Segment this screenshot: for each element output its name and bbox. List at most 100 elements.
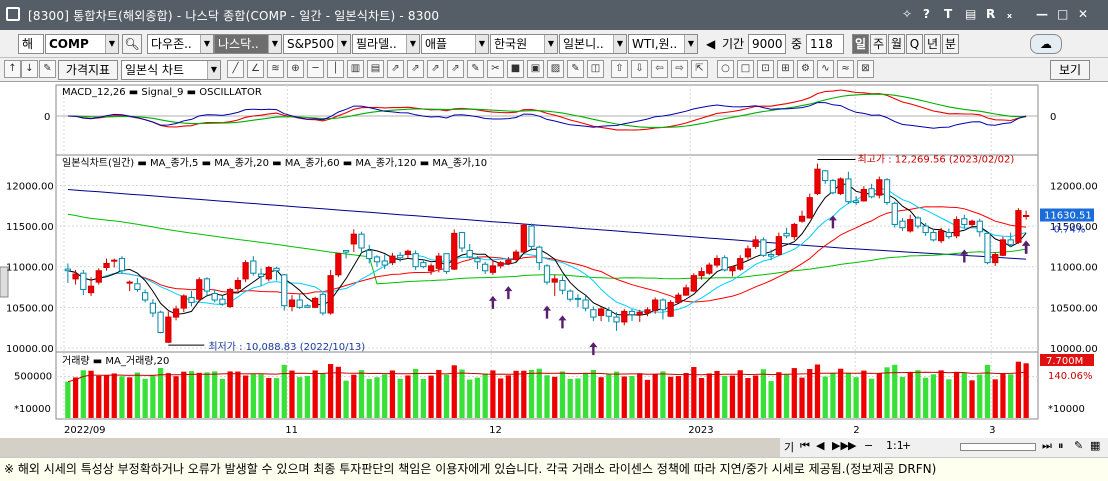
nav-end-control-0[interactable]: ⏭ — [1042, 439, 1052, 453]
price-indicator-button[interactable]: 가격지표 — [58, 60, 118, 80]
drawing-tool-icon-2[interactable]: ≋ — [267, 60, 284, 78]
lock-icon[interactable]: ▤ — [965, 7, 976, 21]
chart-canvas[interactable]: 12000.00 12000.0011500.00 11500.0011000.00… — [0, 82, 1108, 438]
zoom-slider[interactable] — [960, 443, 1036, 451]
drawing-tool-icon-17[interactable]: ✎ — [567, 60, 584, 78]
drawing-tool-icon-10[interactable]: ⇗ — [427, 60, 444, 78]
down-arrow-icon[interactable]: ↓ — [21, 60, 38, 78]
drawing-tool-icon-21[interactable]: ⇦ — [651, 60, 668, 78]
drawing-tool-icon-31[interactable]: ⊠ — [857, 60, 874, 78]
drawing-tool-icon-8[interactable]: ⇗ — [387, 60, 404, 78]
chevron-down-icon[interactable]: ▼ — [406, 35, 419, 53]
maximize-icon[interactable]: □ — [1057, 7, 1068, 21]
index-select-7[interactable]: WTI,원.. ▼ — [628, 34, 698, 54]
market-select[interactable]: 해 — [18, 34, 44, 54]
drawing-tool-icon-28[interactable]: ⚙ — [797, 60, 814, 78]
candle-body — [482, 263, 489, 272]
chart-area[interactable]: 12000.00 12000.00 11500.00 11500.00 11000.00… — [0, 82, 1108, 438]
count-input[interactable]: 118 — [806, 34, 844, 54]
text-icon[interactable]: T — [944, 7, 952, 21]
drawing-tool-icon-18[interactable]: ◫ — [587, 60, 604, 78]
drawing-tool-icon-12[interactable]: ✎ — [467, 60, 484, 78]
chevron-down-icon[interactable]: ▼ — [613, 35, 626, 53]
edit-icon[interactable]: ✎ — [39, 60, 56, 78]
drawing-tool-icon-23[interactable]: ⇱ — [691, 60, 708, 78]
chevron-down-icon[interactable]: ▼ — [337, 35, 350, 53]
drawing-tool-icon-0[interactable]: ╱ — [227, 60, 244, 78]
nav-control-2[interactable]: ◀ — [816, 439, 824, 452]
timeframe-0[interactable]: 일 — [852, 34, 869, 54]
index-select-6[interactable]: 일본니.. ▼ — [559, 34, 627, 54]
nav-control-3[interactable]: ▶▶ — [832, 439, 849, 452]
timeframe-2[interactable]: 월 — [888, 34, 905, 54]
prev-icon[interactable]: ◀ — [706, 34, 720, 54]
volume-bar — [119, 376, 125, 418]
drawing-tool-icon-9[interactable]: ⇗ — [407, 60, 424, 78]
chart-type-select[interactable]: 일본식 차트 ▼ — [121, 60, 221, 80]
minimize-icon[interactable]: — — [1036, 7, 1048, 21]
index-select-2[interactable]: S&P500 ▼ — [283, 34, 351, 54]
drawing-tool-icon-24[interactable]: ○ — [717, 60, 734, 78]
index-select-3[interactable]: 필라델.. ▼ — [352, 34, 420, 54]
drawing-tool-icon-11[interactable]: ⇗ — [447, 60, 464, 78]
index-select-4[interactable]: 애플 ▼ — [421, 34, 489, 54]
drawing-tool-icon-1[interactable]: ∠ — [247, 60, 264, 78]
symbol-code-input[interactable]: COMP ▼ — [45, 34, 119, 54]
nav-end-control-3[interactable]: ▦ — [1090, 439, 1100, 452]
drawing-tool-icon-26[interactable]: ⊡ — [757, 60, 774, 78]
nav-end-control-2[interactable]: ✎ — [1074, 439, 1083, 452]
chevron-down-icon[interactable]: ▼ — [475, 35, 488, 53]
nav-control-0[interactable]: 기 — [784, 439, 794, 455]
timeframe-1[interactable]: 주 — [870, 34, 887, 54]
drawing-tool-icon-3[interactable]: ⊕ — [287, 60, 304, 78]
candle-body — [767, 254, 775, 257]
index-select-1[interactable]: 나스닥.. ▼ — [214, 34, 282, 54]
drawing-tool-icon-15[interactable]: ▣ — [527, 60, 544, 78]
drawing-tool-icon-19[interactable]: ⇧ — [611, 60, 628, 78]
nav-control-4[interactable]: ▶ — [848, 439, 856, 452]
drawing-tool-icon-30[interactable]: ≈ — [837, 60, 854, 78]
drawing-tool-icon-27[interactable]: ⊞ — [777, 60, 794, 78]
drawing-tool-icon-13[interactable]: ✂ — [487, 60, 504, 78]
chevron-down-icon[interactable]: ▼ — [105, 35, 118, 53]
drawing-tool-icon-16[interactable]: ▨ — [547, 60, 564, 78]
timeframe-4[interactable]: 년 — [924, 34, 941, 54]
close-icon[interactable]: ✕ — [1078, 7, 1088, 21]
font-icon[interactable]: R — [986, 7, 995, 21]
menu-icon[interactable]: ₓ — [1007, 7, 1012, 21]
nav-control-1[interactable]: ⏮ — [800, 439, 810, 453]
nav-end-control-1[interactable]: ⏸ — [1058, 439, 1064, 453]
drawing-tool-icon-7[interactable]: ▤ — [367, 60, 384, 78]
volume-bar — [567, 378, 573, 418]
index-select-5[interactable]: 한국원 ▼ — [490, 34, 558, 54]
period-input[interactable]: 9000 — [748, 34, 786, 54]
up-arrow-icon[interactable]: ↑ — [4, 60, 21, 78]
nav-control-7[interactable]: + — [902, 439, 911, 452]
index-select-0[interactable]: 다우존.. ▼ — [147, 34, 214, 54]
chevron-down-icon[interactable]: ▼ — [200, 35, 213, 53]
drawing-tool-icon-29[interactable]: ∿ — [817, 60, 834, 78]
drawing-tool-icon-14[interactable]: ■ — [507, 60, 524, 78]
chevron-down-icon[interactable]: ▼ — [207, 61, 220, 79]
drawing-tool-icon-25[interactable]: □ — [737, 60, 754, 78]
chevron-down-icon[interactable]: ▼ — [268, 35, 281, 53]
help-icon[interactable]: ? — [923, 7, 930, 21]
nav-control-5[interactable]: − — [864, 439, 873, 452]
drawing-tool-icon-6[interactable]: ▥ — [347, 60, 364, 78]
chevron-down-icon[interactable]: ▼ — [684, 35, 697, 53]
pin-icon[interactable]: ✧ — [902, 7, 912, 21]
chevron-down-icon[interactable]: ▼ — [544, 35, 557, 53]
cloud-icon[interactable]: ☁ — [1030, 34, 1062, 54]
drawing-tool-icon-5[interactable]: │ — [327, 60, 344, 78]
drawing-tool-icon-22[interactable]: ⇨ — [671, 60, 688, 78]
drawing-tool-icon-20[interactable]: ⇩ — [631, 60, 648, 78]
volume-bar — [838, 368, 844, 418]
view-button[interactable]: 보기 — [1050, 60, 1090, 80]
search-icon[interactable]: 🔍︎ — [122, 34, 142, 54]
candle-body — [729, 266, 736, 272]
timeframe-5[interactable]: 분 — [942, 34, 959, 54]
candle-body — [281, 274, 288, 307]
timeframe-3[interactable]: Q — [906, 34, 923, 54]
drawing-tool-icon-4[interactable]: ─ — [307, 60, 324, 78]
volume-bar — [915, 370, 921, 418]
